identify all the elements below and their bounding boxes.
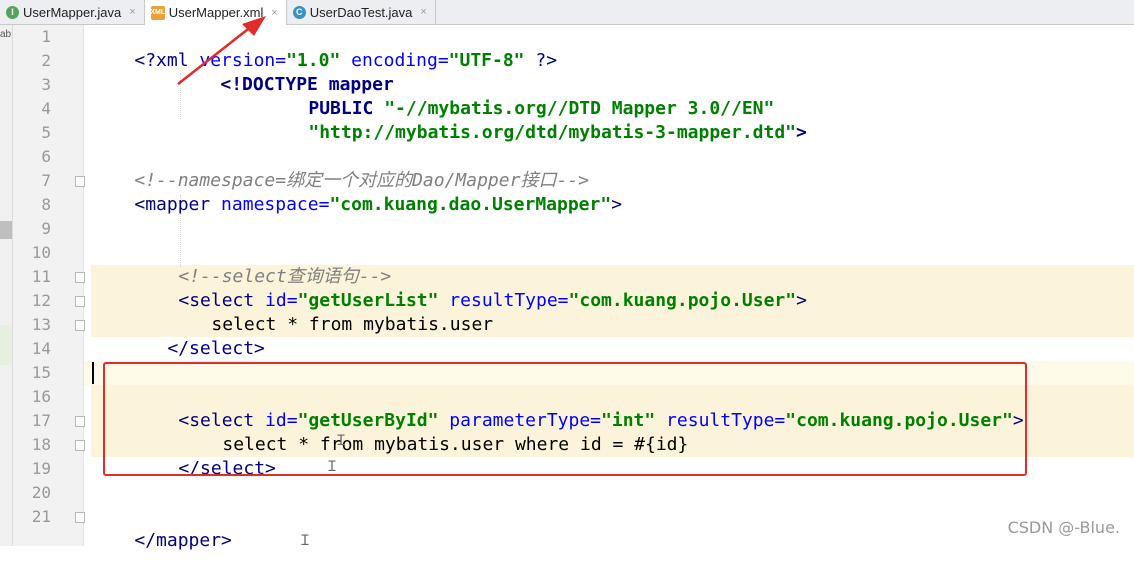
line-number: 18 (31, 435, 51, 454)
text-cursor-icon: Ｉ (334, 433, 348, 449)
line-number: 4 (41, 99, 51, 118)
line-number: 9 (41, 219, 51, 238)
code-line-21: </mapper> (91, 505, 232, 551)
line-number: 8 (41, 195, 51, 214)
strip-marker (0, 221, 12, 239)
code-token: "com.kuang.dao.UserMapper" (329, 194, 612, 215)
strip-marker (0, 325, 12, 365)
code-token: > (796, 290, 807, 311)
line-number: 11 (31, 267, 51, 286)
tab-usermapper-java[interactable]: I UserMapper.java × (0, 0, 145, 24)
code-token: <mapper (134, 194, 211, 215)
code-token: "com.kuang.pojo.User" (568, 290, 797, 311)
code-line-12: select * from mybatis.user (168, 289, 493, 335)
line-number: 7 (41, 171, 51, 190)
code-line-10: <!--select查询语句--> (135, 241, 391, 287)
line-number: 5 (41, 123, 51, 142)
line-number: 12 (31, 291, 51, 310)
line-number: 14 (31, 339, 51, 358)
code-line-4: "http://mybatis.org/dtd/mybatis-3-mapper… (265, 97, 807, 143)
line-number: 10 (31, 243, 51, 262)
text-caret (92, 362, 94, 384)
code-token: </select> (167, 338, 265, 359)
code-token: ?> (524, 50, 558, 71)
line-number: 16 (31, 387, 51, 406)
code-token: > (611, 194, 623, 215)
tab-label: UserDaoTest.java (309, 4, 413, 20)
code-line-6: <!--namespace=绑定一个对应的Dao/Mapper接口--> (91, 145, 589, 191)
line-number: 6 (41, 147, 51, 166)
code-token: > (796, 122, 807, 143)
code-line-1: <?xml version="1.0" encoding="UTF-8" ?> (91, 25, 557, 71)
line-number: 3 (41, 75, 51, 94)
tab-label: UserMapper.java (23, 4, 122, 20)
annotation-arrow-icon (177, 16, 266, 85)
code-token: "http://mybatis.org/dtd/mybatis-3-mapper… (308, 122, 797, 143)
line-number: 1 (41, 27, 51, 46)
line-number-gutter: 1 2 3 4 5 6 7 8 9 10 11 12 13 14 15 16 1… (13, 25, 85, 546)
java-interface-icon: I (6, 5, 19, 19)
code-token: namespace= (210, 194, 330, 215)
xml-file-icon: XML (150, 5, 165, 20)
line-number: 17 (31, 411, 51, 430)
code-line-11: <select id="getUserList" resultType="com… (135, 265, 807, 311)
close-tab-icon[interactable]: × (129, 6, 135, 18)
line-number: 19 (31, 459, 51, 478)
line-number: 13 (31, 315, 51, 334)
annotation-highlight-box (103, 362, 1027, 476)
code-token: </mapper> (134, 530, 232, 551)
code-token: "UTF-8" (448, 50, 525, 71)
close-tab-icon[interactable]: × (420, 6, 426, 18)
line-number: 15 (31, 363, 51, 382)
line-number: 2 (41, 51, 51, 70)
watermark: CSDN @-Blue. (1007, 518, 1120, 537)
tab-userdaotest-java[interactable]: C UserDaoTest.java × (287, 0, 436, 24)
code-line-7: <mapper namespace="com.kuang.dao.UserMap… (91, 169, 622, 215)
java-class-icon: C (292, 5, 306, 19)
code-line-13: </select> (124, 313, 265, 359)
line-number: 21 (31, 507, 51, 526)
code-line-3: PUBLIC "-//mybatis.org//DTD Mapper 3.0//… (265, 73, 774, 119)
text-cursor-icon: Ｉ (325, 459, 339, 475)
text-cursor-icon: Ｉ (298, 533, 312, 549)
left-tool-strip: ab (0, 25, 13, 546)
strip-label: ab (0, 29, 12, 40)
line-number: 20 (31, 483, 51, 502)
